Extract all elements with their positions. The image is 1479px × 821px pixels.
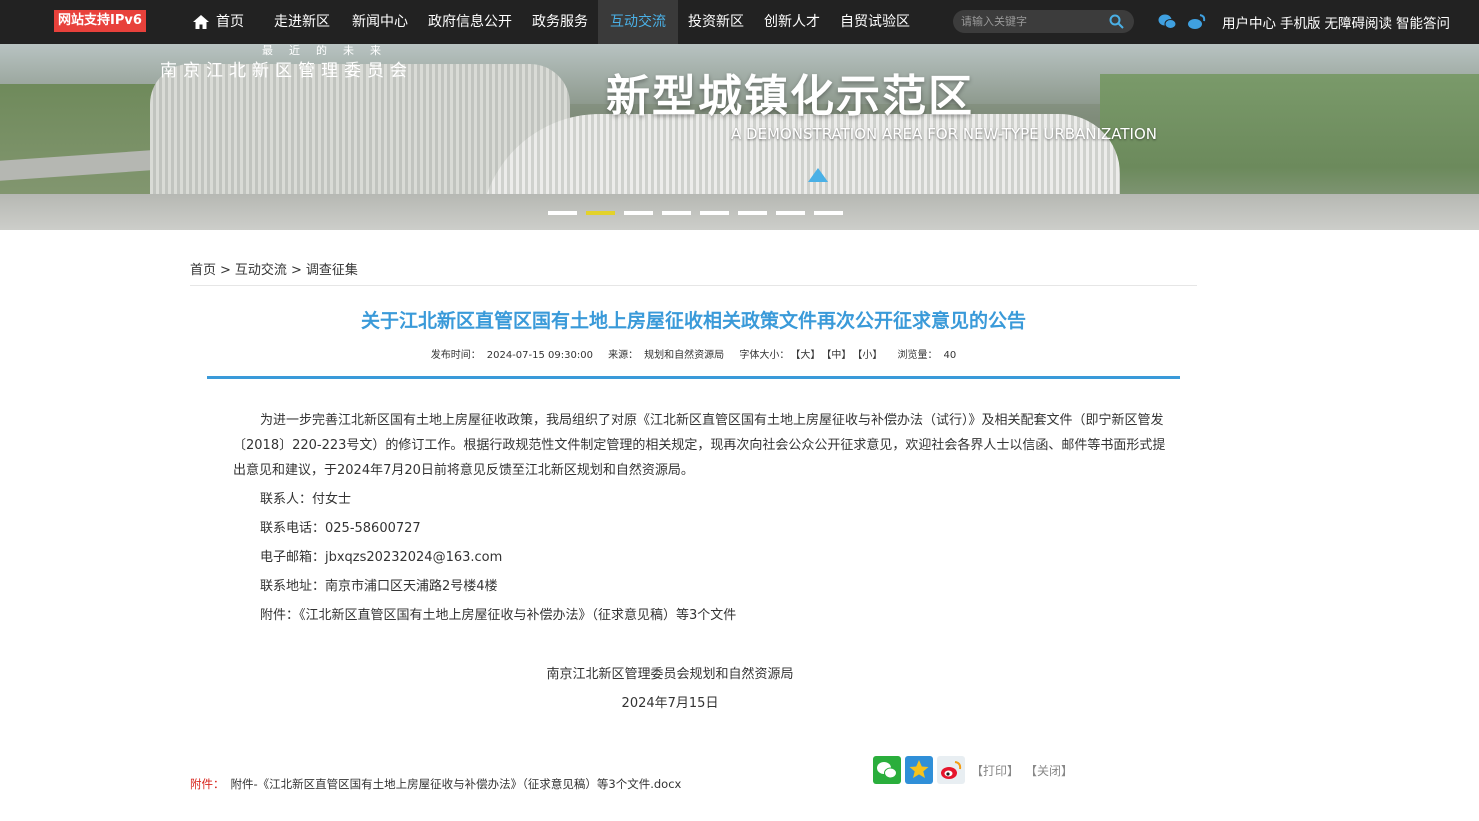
smart-qa-link[interactable]: 智能答问 <box>1396 12 1450 32</box>
nav-label: 首页 <box>216 14 244 30</box>
contact-person: 联系人：付女士 <box>260 492 352 507</box>
fontsize-medium[interactable]: 【中】 <box>826 350 851 361</box>
attachment-row: 附件： 附件-《江北新区直管区国有土地上房屋征收与补偿办法》（征求意见稿）等3个文… <box>190 776 681 792</box>
breadcrumb-survey[interactable]: 调查征集 <box>306 263 358 278</box>
carousel-dot[interactable] <box>814 211 843 215</box>
weibo-icon[interactable] <box>1187 13 1206 30</box>
signature-org: 南京江北新区管理委员会规划和自然资源局 <box>546 667 794 682</box>
nav-item-free-trade[interactable]: 自贸试验区 <box>830 0 920 44</box>
source-label: 来源： <box>608 350 639 361</box>
breadcrumb-interaction[interactable]: 互动交流 <box>235 263 287 278</box>
wechat-icon[interactable] <box>1158 13 1177 30</box>
carousel-dot[interactable] <box>548 211 577 215</box>
views-label: 浏览量： <box>897 350 938 361</box>
carousel-indicators <box>548 211 843 215</box>
views-count: 40 <box>943 350 957 361</box>
search-icon[interactable] <box>1109 14 1124 29</box>
qzone-icon[interactable] <box>905 756 933 784</box>
search-input[interactable] <box>961 12 1101 31</box>
publish-time: 2024-07-15 09:30:00 <box>486 350 593 361</box>
article-title: 关于江北新区直管区国有土地上房屋征收相关政策文件再次公开征求意见的公告 <box>360 310 1026 332</box>
attachment-note: 附件：《江北新区直管区国有土地上房屋征收与补偿办法》（征求意见稿）等3个文件 <box>260 608 737 623</box>
nav-item-services[interactable]: 政务服务 <box>522 0 598 44</box>
weibo-icon[interactable] <box>937 756 965 784</box>
ipv6-badge[interactable]: 网站支持IPv6 <box>54 10 146 32</box>
carousel-dot[interactable] <box>624 211 653 215</box>
breadcrumb-separator: > <box>290 263 302 278</box>
top-links: 用户中心 手机版 无障碍阅读 智能答问 <box>1222 0 1450 44</box>
user-center-link[interactable]: 用户中心 <box>1222 12 1276 32</box>
fontsize-label: 字体大小： <box>739 350 790 361</box>
top-navigation-bar: 网站支持IPv6 首页 走进新区 新闻中心 政府信息公开 政务服务 互动交流 投… <box>0 0 1479 44</box>
nav-item-talent[interactable]: 创新人才 <box>754 0 830 44</box>
nav-item-investment[interactable]: 投资新区 <box>678 0 754 44</box>
nav-item-about[interactable]: 走进新区 <box>254 0 342 44</box>
banner-carousel[interactable]: 最近的未来 南京江北新区管理委员会 新型城镇化示范区 A DEMONSTRATI… <box>0 44 1479 230</box>
divider <box>190 285 1197 286</box>
publish-label: 发布时间： <box>430 350 481 361</box>
title-divider <box>207 376 1180 379</box>
carousel-dot[interactable] <box>738 211 767 215</box>
accessibility-link[interactable]: 无障碍阅读 <box>1325 12 1393 32</box>
home-icon <box>193 15 209 29</box>
main-nav: 首页 走进新区 新闻中心 政府信息公开 政务服务 互动交流 投资新区 创新人才 … <box>182 0 920 44</box>
article-paragraph: 为进一步完善江北新区国有土地上房屋征收政策，我局组织了对原《江北新区直管区国有土… <box>233 413 1166 478</box>
nav-item-interaction[interactable]: 互动交流 <box>598 0 678 44</box>
wechat-icon[interactable] <box>873 756 901 784</box>
search-box <box>953 10 1134 33</box>
contact-address: 联系地址：南京市浦口区天浦路2号楼4楼 <box>260 579 498 594</box>
carousel-dot[interactable] <box>700 211 729 215</box>
attachment-label: 附件： <box>190 777 225 791</box>
share-bar: 【打印】 【关闭】 <box>873 756 1073 784</box>
article-body: 为进一步完善江北新区国有土地上房屋征收政策，我局组织了对原《江北新区直管区国有土… <box>233 408 1168 628</box>
carousel-dot-active[interactable] <box>586 211 615 215</box>
breadcrumb-separator: > <box>220 263 231 278</box>
fontsize-small[interactable]: 【小】 <box>857 350 882 361</box>
banner-subtitle: A DEMONSTRATION AREA FOR NEW-TYPE URBANI… <box>731 125 1157 143</box>
breadcrumb: 首页 > 互动交流 > 调查征集 <box>190 259 358 278</box>
carousel-dot[interactable] <box>776 211 805 215</box>
fontsize-large[interactable]: 【大】 <box>795 350 820 361</box>
social-links <box>1158 13 1206 30</box>
nav-item-home[interactable]: 首页 <box>182 0 254 44</box>
logo-name: 南京江北新区管理委员会 <box>160 61 413 81</box>
signature-date: 2024年7月15日 <box>621 696 719 711</box>
nav-item-gov-info[interactable]: 政府信息公开 <box>418 0 522 44</box>
contact-email: 电子邮箱：jbxqzs20232024@163.com <box>260 550 503 565</box>
banner-title: 新型城镇化示范区 <box>606 71 974 122</box>
nav-item-news[interactable]: 新闻中心 <box>342 0 418 44</box>
mobile-link[interactable]: 手机版 <box>1280 12 1321 32</box>
source-value: 规划和自然资源局 <box>644 350 725 361</box>
triangle-icon <box>808 168 828 182</box>
print-button[interactable]: 【打印】 <box>971 762 1019 779</box>
carousel-dot[interactable] <box>662 211 691 215</box>
contact-phone: 联系电话：025-58600727 <box>260 521 421 536</box>
signature: 南京江北新区管理委员会规划和自然资源局 2024年7月15日 <box>190 660 1150 718</box>
article-meta: 发布时间： 2024-07-15 09:30:00 来源： 规划和自然资源局 字体大… <box>190 346 1197 361</box>
close-button[interactable]: 【关闭】 <box>1025 762 1073 779</box>
attachment-file-link[interactable]: 附件-《江北新区直管区国有土地上房屋征收与补偿办法》（征求意见稿）等3个文件.d… <box>231 777 682 791</box>
breadcrumb-home[interactable]: 首页 <box>190 263 216 278</box>
